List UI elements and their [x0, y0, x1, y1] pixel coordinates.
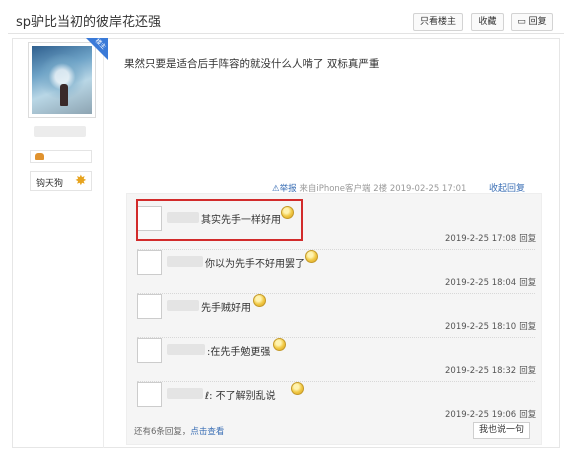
reply-avatar[interactable] — [137, 250, 162, 275]
reply-time: 2019-2-25 19:06 回复 — [445, 410, 537, 420]
more-replies-note: 还有6条回复，点击查看 — [134, 427, 225, 437]
reply-username-blurred[interactable] — [167, 344, 205, 355]
favorite-button[interactable]: 收藏 — [471, 13, 504, 31]
op-badge: 楼主 — [86, 38, 108, 60]
emoji-icon — [291, 382, 304, 395]
comment-icon: ▭ — [517, 17, 529, 27]
rank-label: 钩天狗 — [36, 179, 64, 189]
reply-link[interactable]: 回复 — [519, 278, 536, 288]
list-item: ℓ: 不了解别乱说 2019-2-25 19:06 回复 — [127, 382, 543, 426]
emoji-icon — [253, 294, 266, 307]
author-name-blurred[interactable] — [34, 126, 86, 137]
list-item: :在先手勉更强 2019-2-25 18:32 回复 — [127, 338, 543, 382]
reply-username-blurred[interactable] — [167, 256, 203, 267]
reply-link[interactable]: 回复 — [519, 366, 536, 376]
reply-button-label: 回复 — [528, 17, 547, 27]
reply-time: 2019-2-25 18:04 回复 — [445, 278, 537, 288]
emoji-icon — [273, 338, 286, 351]
reply-text: ℓ: 不了解别乱说 — [205, 391, 276, 402]
reply-time: 2019-2-25 17:08 回复 — [445, 234, 537, 244]
view-more-link[interactable]: 点击查看 — [190, 427, 224, 437]
list-item: 你以为先手不好用罢了 2019-2-25 18:04 回复 — [127, 250, 543, 294]
emoji-icon — [305, 250, 318, 263]
say-something-button[interactable]: 我也说一句 — [473, 422, 530, 439]
reply-avatar[interactable] — [137, 338, 162, 363]
level-icon — [35, 153, 44, 160]
reply-link[interactable]: 回复 — [519, 234, 536, 244]
reply-text: 先手贼好用 — [201, 303, 251, 314]
post-content: 果然只要是适合后手阵容的就没什么人啃了 双标真严重 — [124, 58, 380, 70]
reply-time: 2019-2-25 18:10 回复 — [445, 322, 537, 332]
thread-title: sp驴比当初的彼岸花还强 — [16, 15, 162, 30]
list-item: 先手贼好用 2019-2-25 18:10 回复 — [127, 294, 543, 338]
only-op-button[interactable]: 只看楼主 — [413, 13, 463, 31]
reply-link[interactable]: 回复 — [519, 410, 536, 420]
reply-username-blurred[interactable] — [167, 300, 199, 311]
avatar-image — [32, 46, 92, 114]
reply-text: :在先手勉更强 — [207, 347, 271, 358]
reply-username-blurred[interactable] — [167, 388, 203, 399]
reply-avatar[interactable] — [137, 294, 162, 319]
reply-avatar[interactable] — [137, 382, 162, 407]
reply-button[interactable]: ▭ 回复 — [511, 13, 553, 31]
reply-link[interactable]: 回复 — [519, 322, 536, 332]
rank-badge: 钩天狗 ✸ — [30, 171, 92, 191]
star-icon: ✸ — [75, 173, 87, 189]
thread-header: sp驴比当初的彼岸花还强 只看楼主 收藏 ▭ 回复 — [8, 4, 564, 34]
highlight-box — [136, 199, 303, 241]
reply-text: 你以为先手不好用罢了 — [205, 259, 305, 270]
author-level-field — [30, 150, 92, 163]
reply-time: 2019-2-25 18:32 回复 — [445, 366, 537, 376]
